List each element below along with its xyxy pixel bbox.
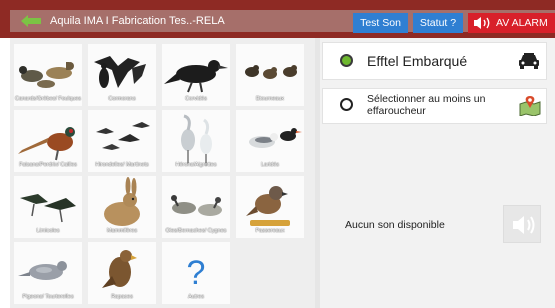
- category-label: Etourneaux: [255, 96, 285, 102]
- app-title: Aquila IMA I Fabrication Tes..-RELA: [50, 15, 225, 27]
- category-tile-others[interactable]: ? Autres: [162, 242, 230, 304]
- category-label: Hérons/Aigrettes: [175, 162, 217, 168]
- category-label: Oies/Bernaches/ Cygnes: [165, 228, 227, 234]
- category-label: Corvidés: [185, 96, 207, 102]
- effel-label: Efftel Embarqué: [367, 53, 468, 69]
- category-tile-herons[interactable]: Hérons/Aigrettes: [162, 110, 230, 172]
- status-button[interactable]: Statut ?: [413, 13, 463, 33]
- category-tile-cormorants[interactable]: Cormorans: [88, 44, 156, 106]
- category-label: Faisans/Perdrix/ Cailles: [19, 162, 77, 168]
- category-tile-passerines[interactable]: Passereaux: [236, 176, 304, 238]
- category-label: Rapaces: [111, 294, 133, 300]
- category-tile-mammals[interactable]: Mammifères: [88, 176, 156, 238]
- category-tile-raptors[interactable]: Rapaces: [88, 242, 156, 304]
- category-label: Hirondelles/ Martinets: [95, 162, 149, 168]
- category-tile-pigeons[interactable]: Pigeons/ Tourterelles: [14, 242, 82, 304]
- category-label: Pigeons/ Tourterelles: [22, 294, 74, 300]
- back-arrow-icon[interactable]: [20, 14, 42, 28]
- play-sound-button[interactable]: [503, 205, 541, 243]
- category-label: Laridés: [260, 162, 280, 168]
- category-label: Canards/Grèbes/ Foulques: [14, 96, 82, 102]
- category-label: Mammifères: [106, 228, 138, 234]
- category-label: Passereaux: [255, 228, 285, 234]
- select-scarer-label: Sélectionner au moins un effaroucheur: [367, 93, 486, 117]
- test-sound-button[interactable]: Test Son: [353, 13, 408, 33]
- category-tile-waders[interactable]: Limicoles: [14, 176, 82, 238]
- empty-radio-icon[interactable]: [340, 98, 353, 111]
- active-radio-icon[interactable]: [340, 54, 353, 67]
- category-tile-starlings[interactable]: Etourneaux: [236, 44, 304, 106]
- category-tile-ducks[interactable]: Canards/Grèbes/ Foulques: [14, 44, 82, 106]
- category-tile-geese[interactable]: Oies/Bernaches/ Cygnes: [162, 176, 230, 238]
- category-label: Limicoles: [36, 228, 60, 234]
- car-icon: [519, 53, 539, 69]
- category-tile-pheasants[interactable]: Faisans/Perdrix/ Cailles: [14, 110, 82, 172]
- category-tile-crows[interactable]: Corvidés: [162, 44, 230, 106]
- category-label: Cormorans: [108, 96, 136, 102]
- category-label: Autres: [188, 294, 204, 300]
- speaker-icon: [474, 17, 490, 29]
- alarm-label: AV ALARM: [496, 17, 548, 29]
- category-tile-swallows[interactable]: Hirondelles/ Martinets: [88, 110, 156, 172]
- svg-text:?: ?: [187, 254, 206, 292]
- alarm-button[interactable]: AV ALARM: [468, 13, 555, 33]
- no-sound-text: Aucun son disponible: [345, 219, 445, 231]
- category-tile-gulls[interactable]: Laridés: [236, 110, 304, 172]
- map-marker-icon: [519, 96, 541, 116]
- speaker-icon: [513, 216, 535, 234]
